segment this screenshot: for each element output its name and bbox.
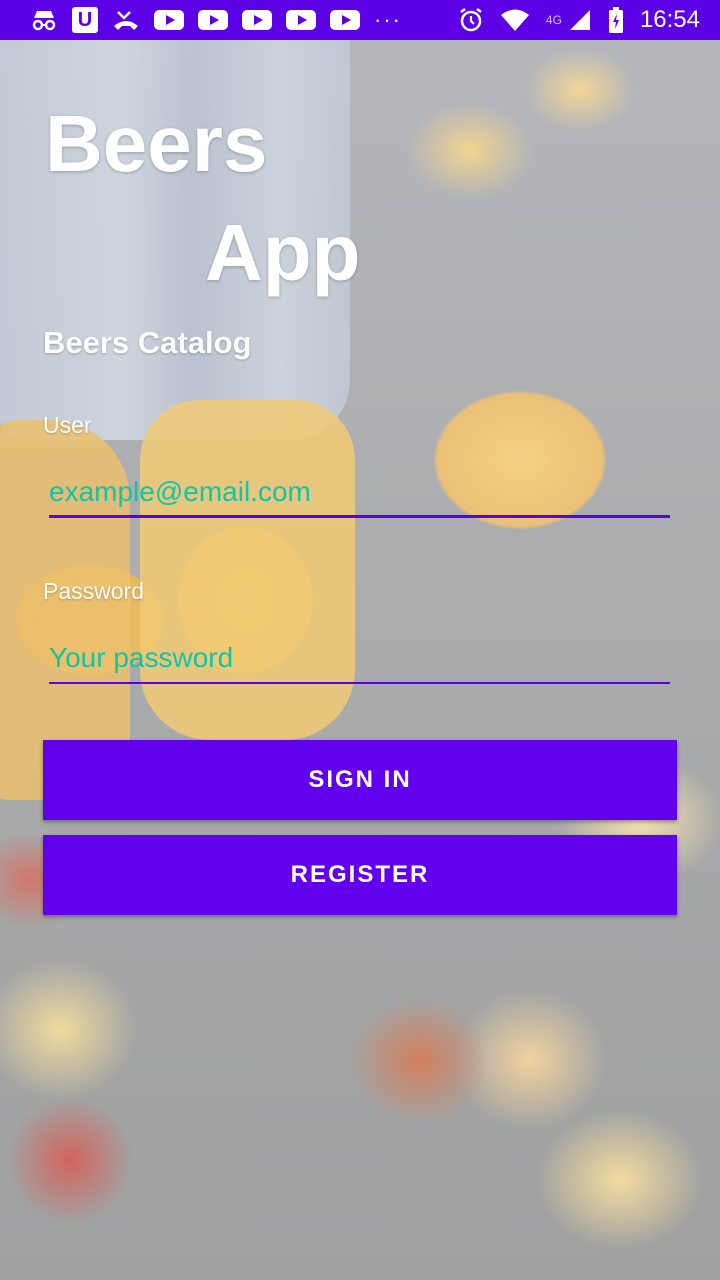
- user-label: User: [43, 412, 92, 438]
- signal-icon: [568, 8, 592, 32]
- youtube-icon: [330, 10, 360, 30]
- network-type-label: 4G: [545, 13, 562, 27]
- system-icons: 4G 16:54: [458, 6, 700, 34]
- youtube-icon: [286, 10, 316, 30]
- password-input-underline: [49, 682, 670, 684]
- password-label: Password: [43, 578, 144, 604]
- app-title-line-1: Beers: [45, 99, 268, 188]
- youtube-icon: [154, 10, 184, 30]
- u-app-icon: U: [72, 7, 98, 33]
- login-screen: U ··· 4G 16:54 Beers App Beers Catalog U…: [0, 0, 720, 1280]
- user-email-input[interactable]: [49, 467, 670, 517]
- status-bar: U ··· 4G 16:54: [0, 0, 720, 40]
- alarm-icon: [458, 7, 484, 33]
- app-title-line-2: App: [205, 208, 361, 297]
- app-subtitle: Beers Catalog: [43, 325, 252, 360]
- status-time: 16:54: [639, 6, 700, 33]
- notification-icons: U ···: [30, 7, 402, 33]
- user-input-underline: [49, 515, 670, 518]
- wifi-icon: [500, 8, 530, 32]
- youtube-icon: [198, 10, 228, 30]
- register-button[interactable]: REGISTER: [43, 835, 677, 915]
- missed-call-icon: [112, 8, 140, 32]
- battery-icon: [608, 7, 624, 33]
- youtube-icon: [242, 10, 272, 30]
- sign-in-button[interactable]: SIGN IN: [43, 740, 677, 820]
- password-input[interactable]: [49, 633, 670, 683]
- incognito-icon: [30, 8, 58, 32]
- more-notifications-icon: ···: [374, 7, 402, 32]
